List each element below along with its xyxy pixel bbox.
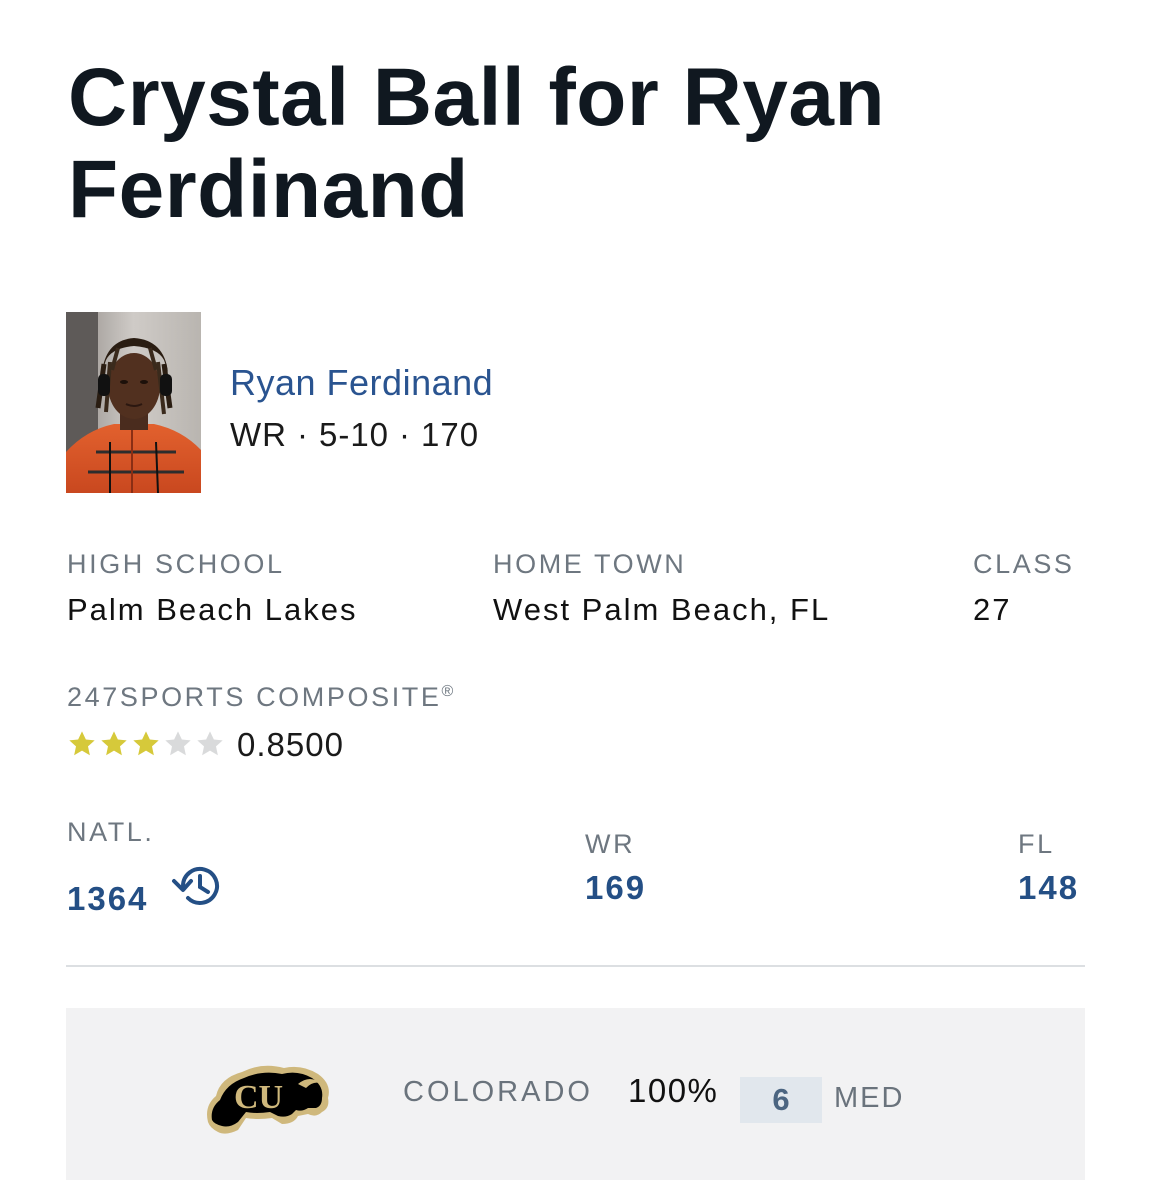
predicted-school: COLORADO bbox=[403, 1076, 593, 1108]
composite-label-text: 247SPORTS COMPOSITE bbox=[67, 682, 442, 712]
player-photo-image bbox=[66, 312, 201, 493]
composite-rating: 0.8500 bbox=[237, 726, 344, 763]
registered-mark: ® bbox=[441, 683, 454, 700]
player-height: 5-10 bbox=[318, 416, 390, 453]
player-position: WR bbox=[230, 416, 287, 453]
separator: · bbox=[296, 416, 309, 453]
position-rank-label: WR bbox=[585, 829, 636, 859]
position-rank-link[interactable]: 169 bbox=[585, 869, 646, 907]
star-empty-icon bbox=[197, 731, 223, 756]
star-filled-icon bbox=[101, 731, 127, 756]
class-value: 27 bbox=[973, 592, 1012, 627]
player-weight: 170 bbox=[421, 416, 480, 453]
history-icon[interactable] bbox=[166, 861, 222, 911]
national-rank-label: NATL. bbox=[67, 817, 155, 847]
high-school-label: HIGH SCHOOL bbox=[67, 549, 285, 579]
divider bbox=[66, 965, 1085, 967]
player-photo[interactable] bbox=[66, 312, 201, 493]
star-filled-icon bbox=[133, 731, 159, 756]
home-town-label: HOME TOWN bbox=[493, 549, 687, 579]
star-empty-icon bbox=[165, 731, 191, 756]
player-position-height-weight: WR · 5-10 · 170 bbox=[230, 416, 479, 454]
state-rank-link[interactable]: 148 bbox=[1018, 869, 1079, 907]
composite-label: 247SPORTS COMPOSITE® bbox=[67, 682, 453, 713]
confidence-score-badge: 6 bbox=[740, 1077, 822, 1123]
home-town-value: West Palm Beach, FL bbox=[493, 592, 831, 627]
separator: · bbox=[399, 416, 412, 453]
national-rank-link[interactable]: 1364 bbox=[67, 880, 148, 918]
star-filled-icon bbox=[69, 731, 95, 756]
star-rating bbox=[66, 728, 226, 760]
colorado-buffaloes-logo-icon: CU CU bbox=[198, 1054, 334, 1138]
page-title: Crystal Ball for Ryan Ferdinand bbox=[68, 52, 886, 235]
state-rank-label: FL bbox=[1018, 829, 1055, 859]
player-name-link[interactable]: Ryan Ferdinand bbox=[230, 362, 493, 404]
confidence-level-label: MED bbox=[834, 1082, 905, 1114]
prediction-percent: 100% bbox=[628, 1072, 719, 1109]
high-school-value: Palm Beach Lakes bbox=[67, 592, 358, 627]
class-label: CLASS bbox=[973, 549, 1075, 579]
